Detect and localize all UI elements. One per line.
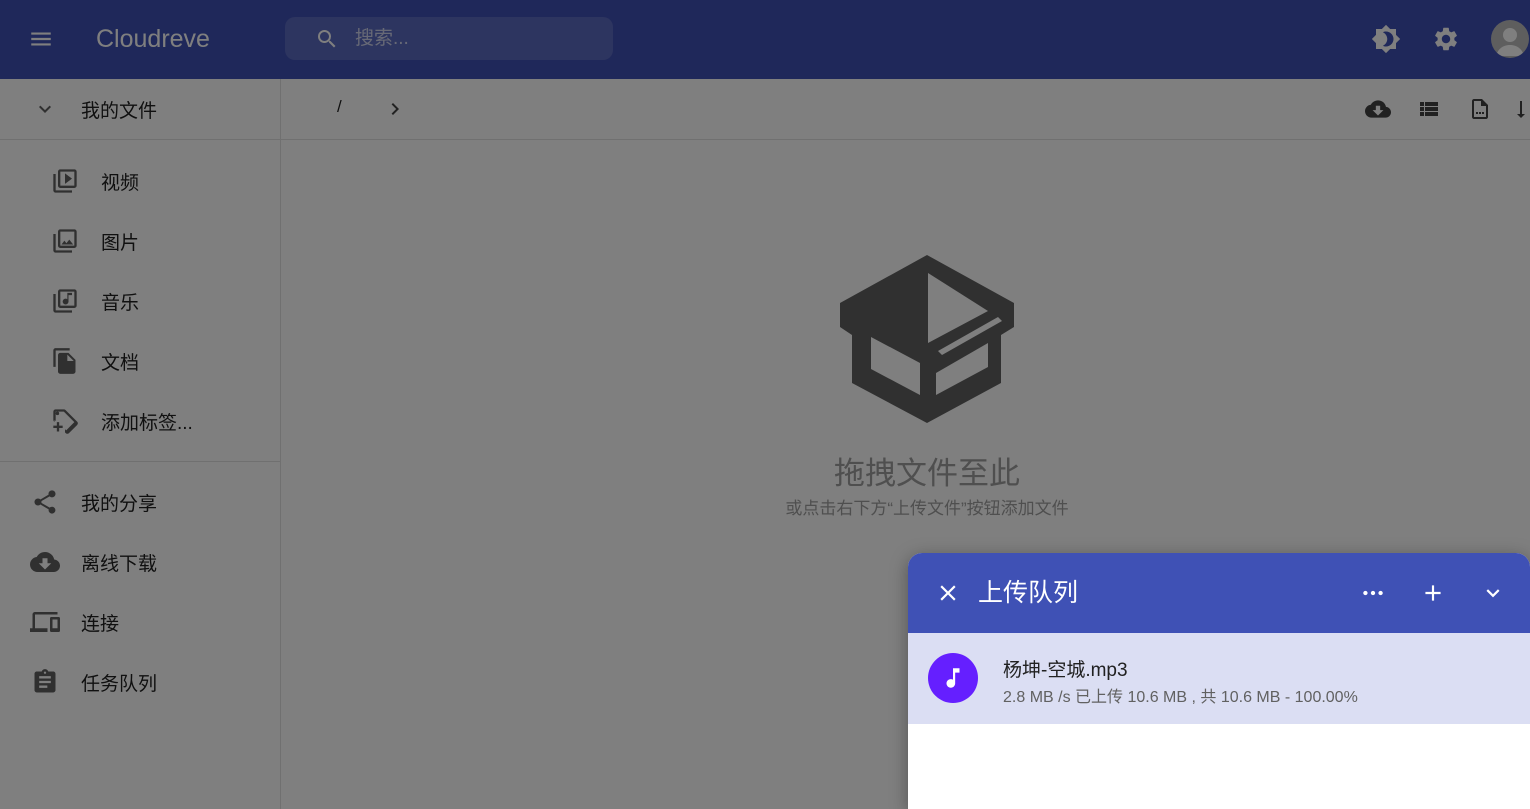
chevron-down-icon[interactable] [1478,578,1508,608]
upload-queue-title: 上传队列 [978,579,1079,607]
add-icon[interactable] [1418,578,1448,608]
close-icon[interactable] [933,578,963,608]
upload-item[interactable]: 杨坤-空城.mp3 2.8 MB /s 已上传 10.6 MB , 共 10.6… [908,633,1530,724]
upload-status: 2.8 MB /s 已上传 10.6 MB , 共 10.6 MB - 100.… [1003,689,1358,706]
music-note-icon [928,653,978,703]
upload-queue-header: 上传队列 [908,553,1530,633]
upload-queue-panel: 上传队列 杨坤-空城.mp3 2.8 MB /s 已上传 10.6 MB , 共… [908,553,1530,809]
more-icon[interactable] [1358,578,1388,608]
upload-filename: 杨坤-空城.mp3 [1003,660,1128,681]
